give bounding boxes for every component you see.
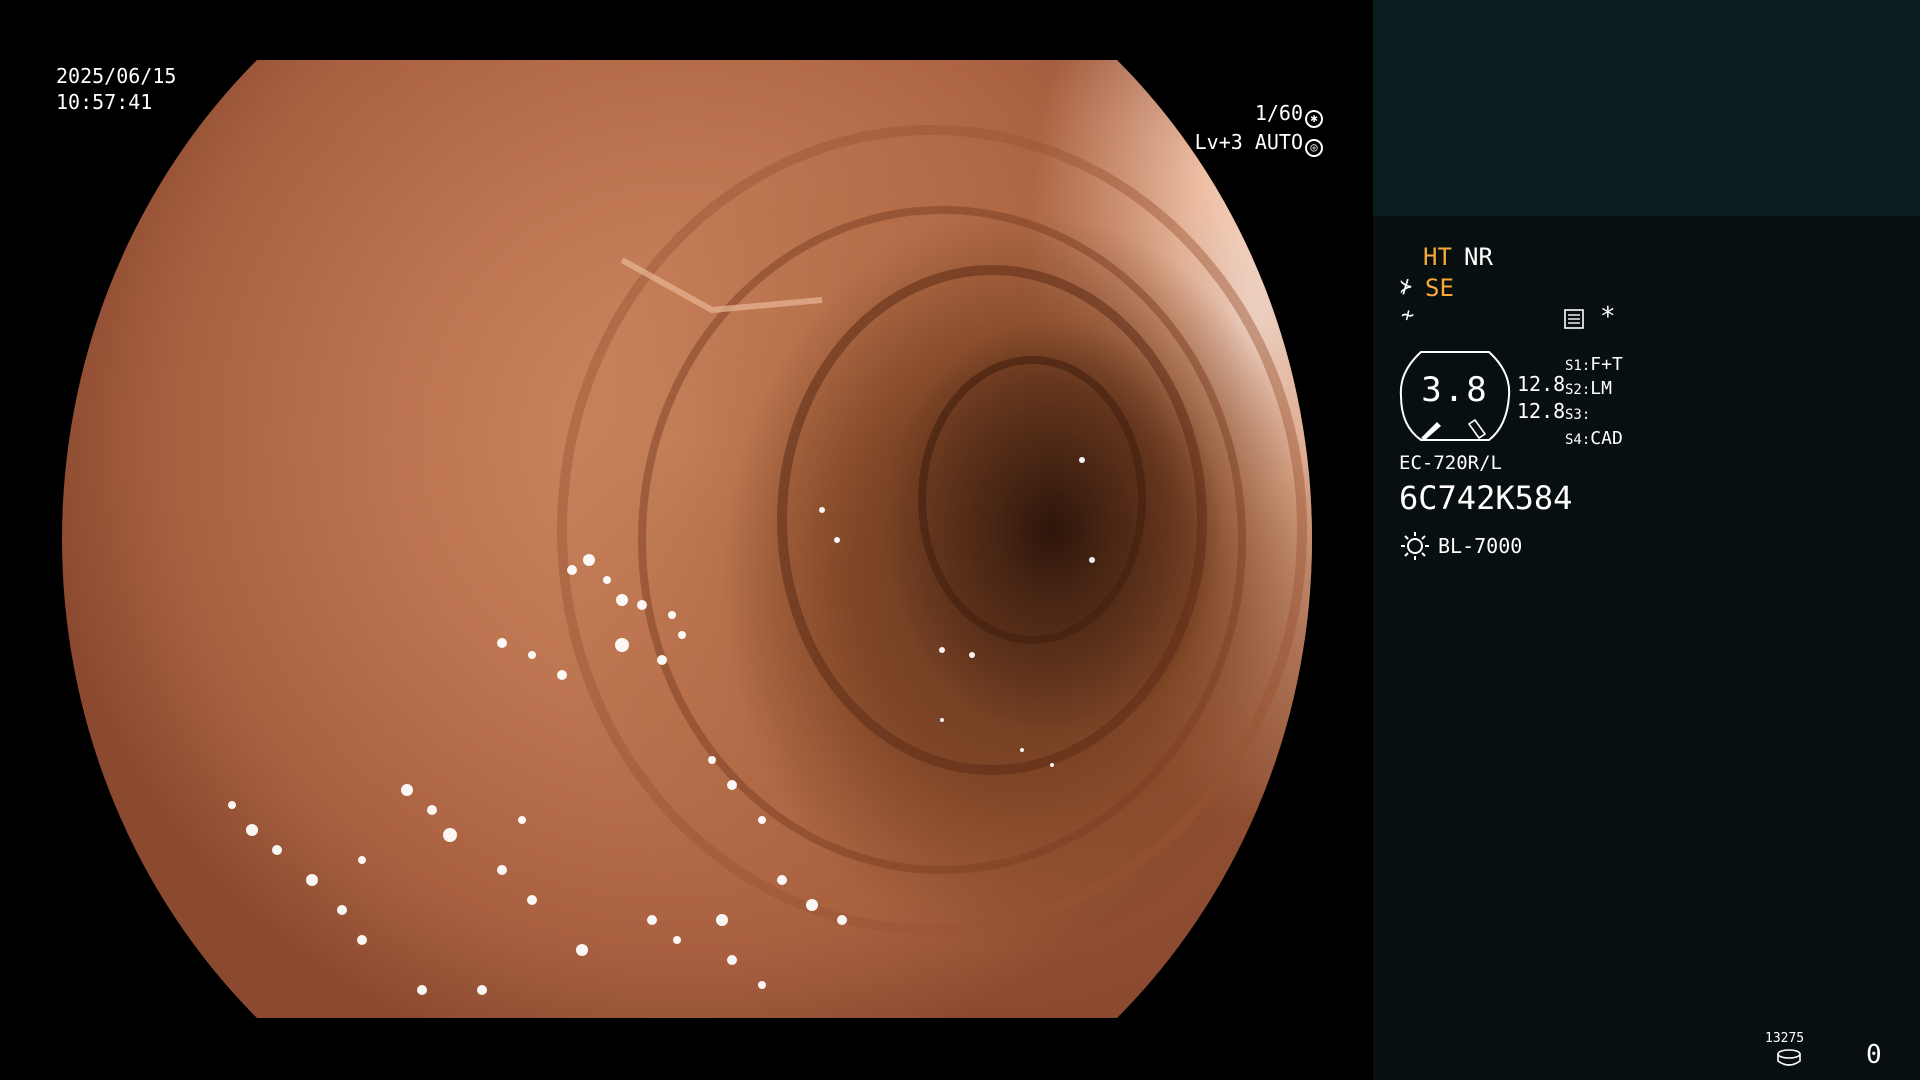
freeze-icon: ≁: [1401, 303, 1415, 328]
storage-count: 13275: [1765, 1031, 1805, 1046]
nr-indicator: NR: [1464, 243, 1493, 271]
iris-icon: ◎: [1305, 139, 1323, 157]
s1-value: F+T: [1590, 354, 1623, 375]
value-a: 12.8: [1517, 372, 1566, 396]
info-panel: HT NR ⊁ SE ≁ * 3.8 12.8 12.8 S1:F+T S2:L…: [1373, 0, 1920, 1080]
se-indicator: SE: [1425, 274, 1454, 302]
panel-header-area: [1373, 0, 1920, 216]
asterisk-icon: *: [1600, 302, 1616, 332]
s3-key: S3:: [1565, 407, 1591, 423]
light-source-model: BL-7000: [1438, 534, 1523, 558]
iris-row: Lv+3 AUTO ◎: [1123, 128, 1323, 157]
time-label: 10:57:41: [56, 90, 153, 114]
magnification-value: 3.8: [1421, 370, 1489, 410]
shutter-icon: ✱: [1305, 110, 1323, 128]
camera-settings-overlay: 1/60 ✱ Lv+3 AUTO ◎: [1123, 99, 1323, 157]
scope-mode-icon: ⊁: [1400, 274, 1413, 298]
settings-card-icon: [1564, 309, 1584, 329]
endoscope-image: [62, 60, 1312, 1018]
light-source-icon: [1401, 532, 1429, 560]
s1-key: S1:: [1565, 358, 1591, 374]
s4-row: S4:CAD: [1565, 424, 1623, 455]
date-label: 2025/06/15: [56, 64, 177, 88]
scope-serial: 6C742K584: [1399, 479, 1573, 517]
s2-value: LM: [1590, 378, 1612, 399]
endoscope-feed: 2025/06/15 10:57:41 1/60 ✱ Lv+3 AUTO ◎: [0, 0, 1373, 1080]
s4-key: S4:: [1565, 432, 1591, 448]
scope-model: EC-720R/L: [1399, 452, 1502, 474]
iris-label: Lv+3 AUTO: [1194, 130, 1303, 154]
ht-indicator: HT: [1423, 243, 1452, 271]
storage-disk-icon: [1777, 1049, 1801, 1066]
value-b: 12.8: [1517, 399, 1566, 423]
s4-value: CAD: [1590, 428, 1623, 449]
datetime-overlay: 2025/06/15 10:57:41: [56, 63, 176, 115]
s2-key: S2:: [1565, 382, 1591, 398]
magnification-gauge: 3.8: [1399, 350, 1511, 442]
shutter-row: 1/60 ✱: [1123, 99, 1323, 128]
frame-counter: 0: [1866, 1040, 1882, 1070]
shutter-label: 1/60: [1254, 101, 1303, 125]
